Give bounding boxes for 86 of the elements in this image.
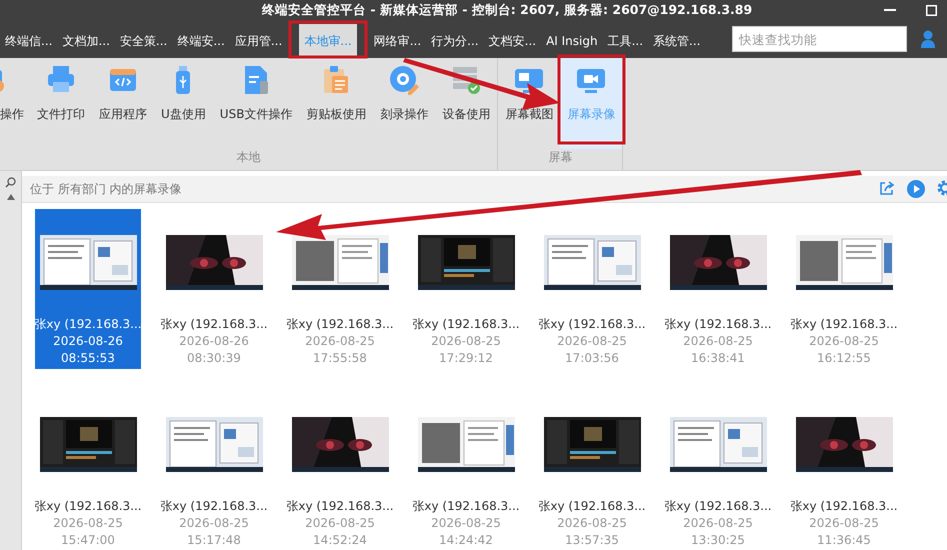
user-label: 张xy (192.168.3... <box>664 316 772 333</box>
user-label: 张xy (192.168.3... <box>538 498 646 515</box>
user-label: 张xy (192.168.3... <box>790 498 898 515</box>
recording-item[interactable]: 张xy (192.168.3... 2026-08-25 17:55:58 <box>287 209 393 369</box>
ribbon-button[interactable]: USB文件操作 <box>212 58 300 149</box>
ribbon-button[interactable]: 文件打印 <box>30 58 92 149</box>
user-label: 张xy (192.168.3... <box>412 498 520 515</box>
group-label: 本地 <box>236 149 262 166</box>
recording-item[interactable]: 张xy (192.168.3... 2026-08-25 16:12:55 <box>791 209 897 369</box>
date-label: 2026-08-25 <box>683 515 753 532</box>
menu-tab[interactable]: AI Insigh <box>541 24 603 58</box>
time-label: 08:55:53 <box>61 350 115 367</box>
time-label: 08:30:39 <box>187 350 241 367</box>
menu-tab[interactable]: 工具... <box>602 24 648 58</box>
menu-tab[interactable]: 行为分... <box>426 24 484 58</box>
date-label: 2026-08-25 <box>431 333 501 350</box>
search-field[interactable]: 快速查找功能 <box>732 26 907 52</box>
maximize-icon[interactable] <box>926 4 937 16</box>
menu-tab[interactable]: 终端安... <box>172 24 230 58</box>
date-label: 2026-08-26 <box>53 333 123 350</box>
time-label: 13:57:35 <box>565 532 619 549</box>
date-label: 2026-08-25 <box>557 333 627 350</box>
date-label: 2026-08-25 <box>431 515 501 532</box>
date-label: 2026-08-25 <box>305 515 375 532</box>
user-icon[interactable] <box>921 30 935 48</box>
user-label: 张xy (192.168.3... <box>286 498 394 515</box>
date-label: 2026-08-25 <box>53 515 123 532</box>
menu-tab[interactable]: 文档安... <box>484 24 542 58</box>
ribbon-button[interactable]: 剪贴板使用 <box>299 58 374 149</box>
recording-item[interactable]: 张xy (192.168.3... 2026-08-25 16:38:41 <box>665 209 771 369</box>
user-label: 张xy (192.168.3... <box>412 316 520 333</box>
play-icon[interactable] <box>907 180 925 198</box>
ribbon-button[interactable]: 刻录操作 <box>373 58 436 149</box>
recording-item[interactable]: 张xy (192.168.3... 2026-08-25 13:30:25 <box>665 391 771 550</box>
ribbon-button[interactable]: 操作 <box>0 58 30 149</box>
user-label: 张xy (192.168.3... <box>538 316 646 333</box>
menu-tab[interactable]: 终端信... <box>0 24 58 58</box>
scroll-up-icon[interactable] <box>6 194 14 200</box>
recording-item[interactable]: 张xy (192.168.3... 2026-08-25 14:24:42 <box>413 391 519 550</box>
date-label: 2026-08-25 <box>305 333 375 350</box>
time-label: 13:30:25 <box>691 532 745 549</box>
recording-item[interactable]: 张xy (192.168.3... 2026-08-25 15:17:48 <box>161 391 267 550</box>
recording-item[interactable]: 张xy (192.168.3... 2026-08-25 13:57:35 <box>539 391 645 550</box>
search-icon[interactable] <box>5 177 16 188</box>
ribbon-button[interactable]: U盘使用 <box>154 58 213 149</box>
time-label: 14:52:24 <box>313 532 367 549</box>
time-label: 17:55:58 <box>313 350 367 367</box>
time-label: 15:47:00 <box>61 532 115 549</box>
date-label: 2026-08-25 <box>683 333 753 350</box>
export-icon[interactable] <box>879 180 895 196</box>
date-label: 2026-08-25 <box>179 515 249 532</box>
recording-item[interactable]: 张xy (192.168.3... 2026-08-26 08:55:53 <box>35 209 141 369</box>
time-label: 17:29:12 <box>439 350 493 367</box>
recording-item[interactable]: 张xy (192.168.3... 2026-08-25 17:03:56 <box>539 209 645 369</box>
recording-item[interactable]: 张xy (192.168.3... 2026-08-25 14:52:24 <box>287 391 393 550</box>
time-label: 15:17:48 <box>187 532 241 549</box>
user-label: 张xy (192.168.3... <box>34 498 142 515</box>
date-label: 2026-08-25 <box>809 333 879 350</box>
ribbon-button[interactable]: 应用程序 <box>92 58 154 149</box>
user-label: 张xy (192.168.3... <box>160 316 268 333</box>
time-label: 17:03:56 <box>565 350 619 367</box>
time-label: 16:12:55 <box>817 350 871 367</box>
window-title: 终端安全管控平台 - 新媒体运营部 - 控制台: 2607, 服务器: 2607@192.168.3.89 <box>262 2 752 18</box>
user-label: 张xy (192.168.3... <box>790 316 898 333</box>
recording-item[interactable]: 张xy (192.168.3... 2026-08-26 08:30:39 <box>161 209 267 369</box>
recording-item[interactable]: 张xy (192.168.3... 2026-08-25 15:47:00 <box>35 391 141 550</box>
date-label: 2026-08-25 <box>809 515 879 532</box>
time-label: 16:38:41 <box>691 350 745 367</box>
group-label: 屏幕 <box>547 149 574 166</box>
menu-tab[interactable]: 应用管... <box>230 24 288 58</box>
disc-icon <box>388 64 420 96</box>
menu-tab[interactable]: 文档加... <box>57 24 115 58</box>
menu-tab[interactable]: 网络审... <box>368 24 426 58</box>
recording-item[interactable]: 张xy (192.168.3... 2026-08-25 11:36:45 <box>791 391 897 550</box>
menu-tab[interactable]: 安全策... <box>114 24 172 58</box>
user-label: 张xy (192.168.3... <box>286 316 394 333</box>
location-text: 位于 所有部门 内的屏幕录像 <box>30 180 182 198</box>
user-label: 张xy (192.168.3... <box>160 498 268 515</box>
date-label: 2026-08-25 <box>557 515 627 532</box>
user-label: 张xy (192.168.3... <box>34 316 142 333</box>
menu-tab[interactable]: 系统管... <box>648 24 706 58</box>
time-label: 14:24:42 <box>439 532 493 549</box>
recording-item[interactable]: 张xy (192.168.3... 2026-08-25 17:29:12 <box>413 209 519 369</box>
time-label: 11:36:45 <box>817 532 871 549</box>
date-label: 2026-08-26 <box>179 333 249 350</box>
user-label: 张xy (192.168.3... <box>664 498 772 515</box>
